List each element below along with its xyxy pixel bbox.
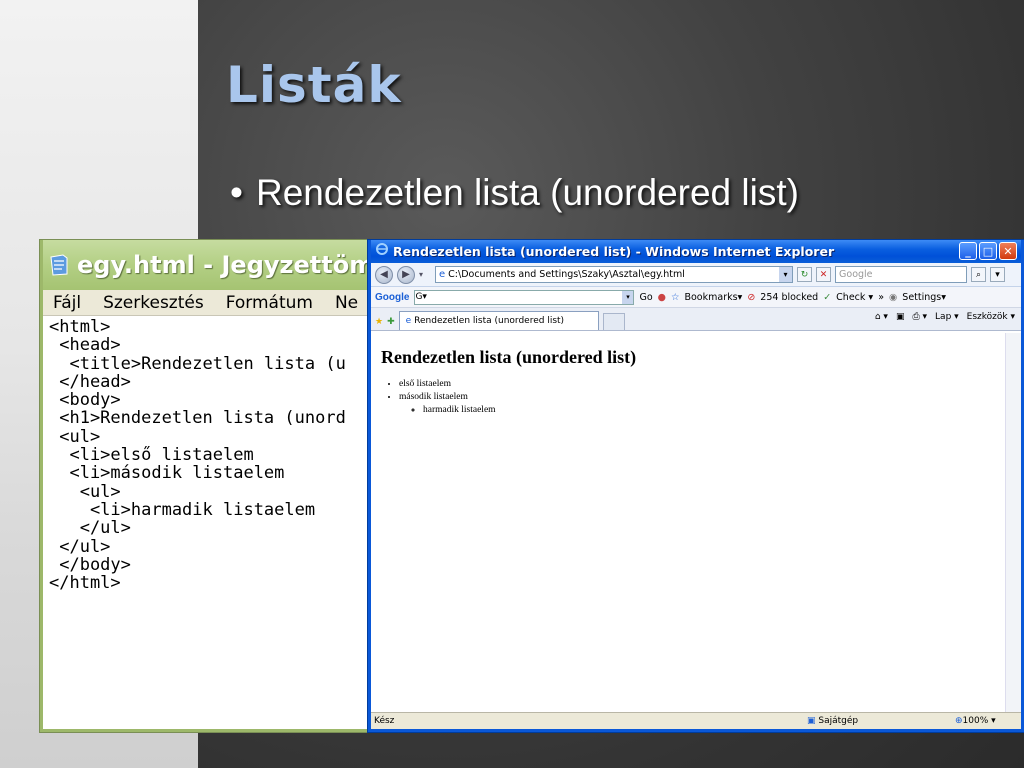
add-favorite-icon[interactable]: ✚ [387,317,395,327]
forward-button[interactable]: ▶ [397,265,415,284]
popup-blocker-icon: ⊘ [747,291,756,303]
check-button[interactable]: Check ▾ [836,292,873,303]
more-chevron-icon[interactable]: » [878,292,884,303]
zoom-icon: ⊕ [955,716,963,726]
nested-list-item: harmadik listaelem [423,404,999,417]
address-input[interactable]: e C:\Documents and Settings\Szaky\Asztal… [435,266,794,283]
minimize-button[interactable]: _ [959,242,977,260]
zoom-level[interactable]: ⊕100% ▾ [955,716,996,726]
search-input[interactable]: Google [835,266,968,283]
refresh-icon[interactable]: ↻ [797,267,813,282]
slide-title: Listák [226,56,402,114]
tools-menu[interactable]: Eszközök ▾ [967,312,1015,322]
address-text: C:\Documents and Settings\Szaky\Asztal\e… [448,269,685,280]
ie-titlebar[interactable]: Rendezetlen lista (unordered list) - Win… [371,240,1021,263]
search-icon[interactable]: ⌕ [971,267,987,282]
address-dropdown-icon[interactable]: ▾ [779,267,793,282]
feeds-icon[interactable]: ▣ [896,312,905,322]
search-placeholder: Google [839,269,873,280]
computer-icon: ▣ [807,716,816,726]
ie-icon [375,242,389,261]
toolbar-icons[interactable]: ● [658,292,666,303]
back-button[interactable]: ◀ [375,265,393,284]
notepad-title: egy.html - Jegyzettömb [77,251,369,279]
notepad-menubar: Fájl Szerkesztés Formátum Ne [43,290,369,316]
notepad-text-area[interactable]: <html> <head> <title>Rendezetlen lista (… [43,316,369,726]
bookmarks-button[interactable]: Bookmarks▾ [684,292,742,303]
ie-tab-row: ★ ✚ e Rendezetlen lista (unordered list)… [371,308,1021,331]
go-button[interactable]: Go [639,292,652,303]
list-item: második listaelem harmadik listaelem [399,391,999,417]
menu-view[interactable]: Ne [335,293,358,313]
home-icon[interactable]: ⌂ ▾ [875,312,888,322]
settings-icon: ◉ [889,291,898,303]
print-icon[interactable]: ⎙ ▾ [912,312,927,322]
page-menu[interactable]: Lap ▾ [935,312,959,322]
security-zone: ▣ Sajátgép [807,716,859,726]
google-toolbar: Google G▾ ▾ Go ● ☆ Bookmarks▾ ⊘ 254 block… [371,287,1021,308]
popup-blocker-button[interactable]: 254 blocked [760,292,818,303]
status-text: Kész [374,716,395,726]
list-item: első listaelem [399,378,999,391]
spellcheck-icon: ✓ [823,291,832,303]
notepad-icon [49,254,69,276]
slide-bullet-text: Rendezetlen lista (unordered list) [256,172,799,213]
notepad-titlebar[interactable]: egy.html - Jegyzettömb [43,240,369,290]
close-button[interactable]: ✕ [999,242,1017,260]
bullet-glyph: • [230,172,243,213]
stop-icon[interactable]: ✕ [816,267,832,282]
search-options-icon[interactable]: ▾ [990,267,1006,282]
settings-button[interactable]: Settings▾ [902,292,946,303]
google-logo: Google [375,291,410,303]
nested-list: harmadik listaelem [423,404,999,417]
favorites-star-icon[interactable]: ★ [375,317,383,327]
menu-format[interactable]: Formátum [226,293,313,313]
tab-current[interactable]: e Rendezetlen lista (unordered list) [398,311,599,330]
status-bar: Kész ▣ Sajátgép ⊕100% ▾ [371,712,1021,729]
google-dropdown-icon[interactable]: ▾ [622,290,634,304]
outer-list: első listaelem második listaelem harmadi… [399,378,999,417]
menu-file[interactable]: Fájl [53,293,81,313]
slide-bullet: • Rendezetlen lista (unordered list) [230,172,799,214]
vertical-scrollbar[interactable] [1005,333,1021,715]
ie-address-bar-row: ◀ ▶ ▾ e C:\Documents and Settings\Szaky\… [371,263,1021,287]
google-search-input[interactable]: G▾ ▾ [414,289,635,305]
ie-window: Rendezetlen lista (unordered list) - Win… [368,240,1024,732]
menu-edit[interactable]: Szerkesztés [103,293,204,313]
notepad-window: egy.html - Jegyzettömb Fájl Szerkesztés … [40,240,372,732]
nav-dropdown-icon[interactable]: ▾ [419,270,423,279]
page-icon: e [439,269,446,280]
ie-title: Rendezetlen lista (unordered list) - Win… [393,244,835,259]
bookmarks-star-icon: ☆ [670,291,680,303]
page-heading: Rendezetlen lista (unordered list) [381,347,637,367]
maximize-button[interactable]: □ [979,242,997,260]
tab-page-icon: e [405,316,412,326]
page-content: Rendezetlen lista (unordered list) első … [371,333,1009,715]
tab-label: Rendezetlen lista (unordered list) [414,316,565,326]
new-tab-button[interactable] [602,313,625,330]
